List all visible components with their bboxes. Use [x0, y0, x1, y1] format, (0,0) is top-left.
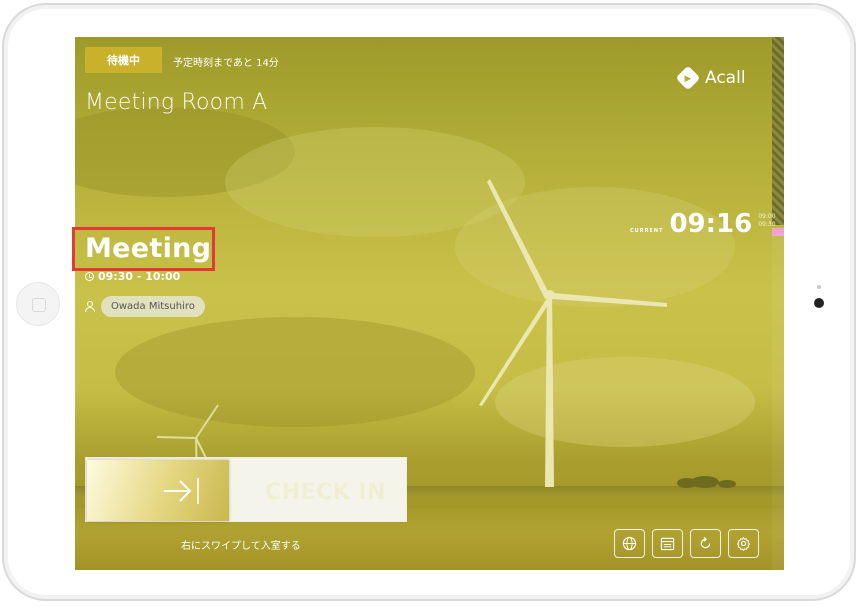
highlight-annotation-box: [72, 227, 215, 271]
timeline-future-strip: [772, 234, 784, 570]
timeline-time-start: 09:00: [758, 213, 776, 220]
arrow-right-icon: [164, 477, 199, 504]
language-button[interactable]: [614, 529, 645, 558]
check-in-label: CHECK IN: [265, 480, 387, 505]
calendar-icon: [660, 537, 675, 551]
distant-trees: [677, 476, 736, 488]
organizer-name: Owada Mitsuhiro: [101, 296, 205, 317]
current-time: CURRENT 09:16 09:00 09:30: [630, 209, 776, 239]
room-name: Meeting Room A: [85, 90, 268, 115]
current-label: CURRENT: [630, 228, 664, 234]
schedule-button[interactable]: [652, 529, 683, 558]
refresh-button[interactable]: [690, 529, 721, 558]
check-in-slider-handle[interactable]: [87, 460, 229, 521]
timeline-past-strip: [772, 37, 784, 225]
toolbar: [614, 529, 759, 558]
next-start-text: 予定時刻まであと 14分: [173, 58, 279, 69]
meeting-time-row: 09:30 - 10:00: [85, 270, 180, 283]
gear-icon: [736, 536, 751, 551]
acall-logo-mark: ▶: [675, 65, 701, 91]
person-icon: [85, 300, 95, 313]
current-time-value: 09:16: [669, 209, 753, 239]
settings-button[interactable]: [728, 529, 759, 558]
organizer-row: Owada Mitsuhiro: [85, 296, 205, 317]
home-button[interactable]: [16, 282, 60, 326]
timeline-time-labels: 09:00 09:30: [758, 213, 775, 229]
sensor-dot: [817, 285, 821, 289]
brand-name: Acall: [705, 68, 746, 88]
meeting-time-range: 09:30 - 10:00: [98, 270, 181, 283]
refresh-icon: [700, 536, 711, 549]
swipe-hint: 右にスワイプして入室する: [181, 541, 301, 552]
timeline-time-end: 09:30: [758, 221, 776, 228]
room-display-screen: 待機中 予定時刻まであと 14分 Meeting Room A ▶ Acall …: [75, 37, 784, 570]
globe-icon: [622, 536, 637, 551]
acall-logo: ▶ Acall: [675, 65, 746, 91]
front-camera: [814, 298, 824, 308]
status-badge: 待機中: [85, 47, 162, 73]
clock-icon: [85, 272, 94, 281]
